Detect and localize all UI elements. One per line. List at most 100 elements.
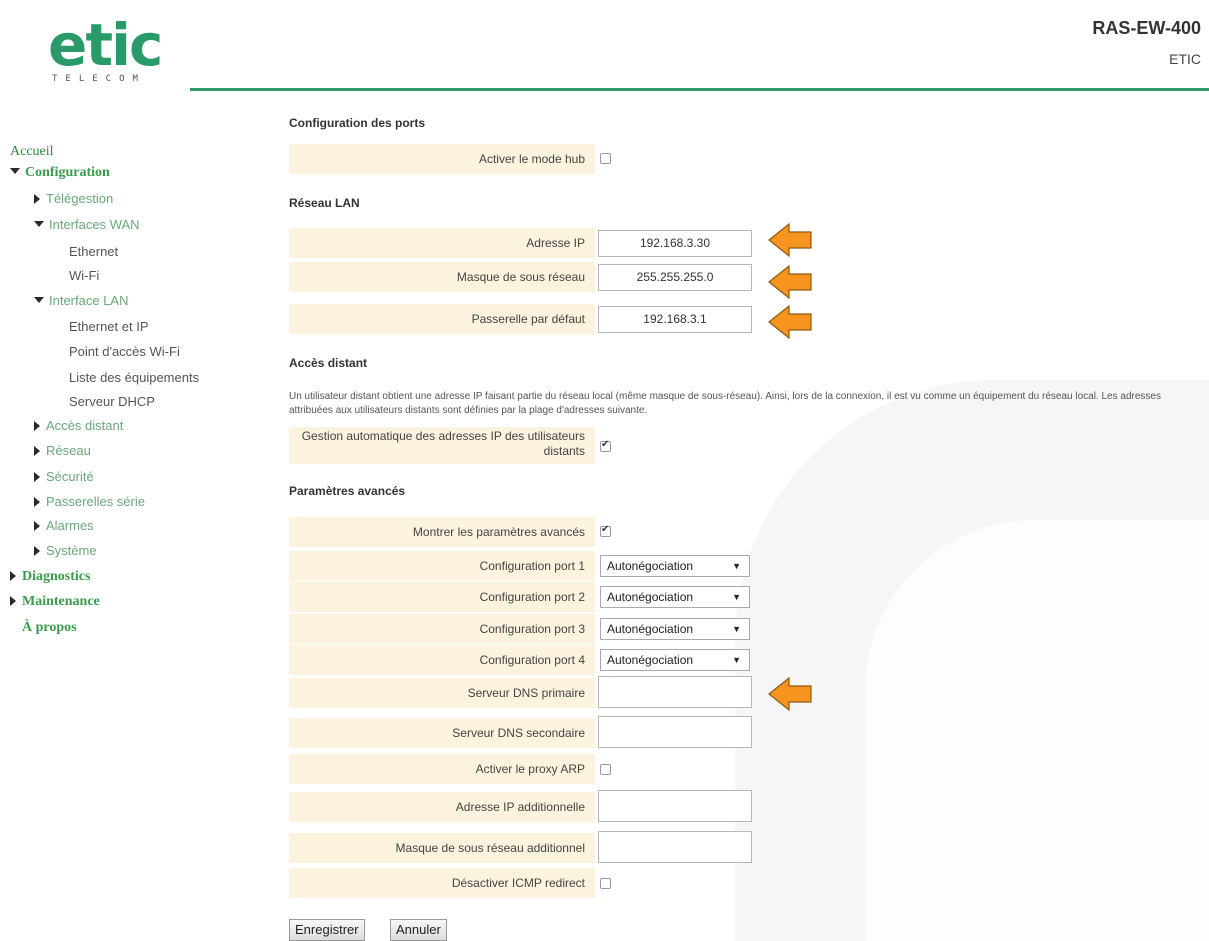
nav-reseau-label: Réseau: [46, 443, 91, 458]
icmp-redirect-checkbox[interactable]: [600, 878, 611, 889]
nav-liste-equipements[interactable]: Liste des équipements: [69, 370, 199, 386]
proxy-arp-label: Activer le proxy ARP: [289, 754, 595, 784]
callout-arrow-icon: [768, 222, 812, 258]
nav-passerelles-serie[interactable]: Passerelles série: [34, 494, 145, 510]
nav-telegestion-label: Télégestion: [46, 191, 114, 206]
nav-telegestion[interactable]: Télégestion: [34, 191, 113, 207]
section-title-remote: Accès distant: [289, 356, 368, 370]
section-title-lan: Réseau LAN: [289, 196, 360, 210]
expanded-arrow-icon: [34, 297, 44, 303]
expanded-arrow-icon: [34, 221, 44, 227]
collapsed-arrow-icon: [10, 596, 16, 606]
remote-description: Un utilisateur distant obtient une adres…: [289, 391, 1161, 416]
additional-mask-label: Masque de sous réseau additionnel: [289, 833, 595, 863]
callout-arrow-icon: [768, 264, 812, 300]
cancel-button[interactable]: Annuler: [390, 919, 447, 941]
section-title-ports: Configuration des ports: [289, 116, 425, 130]
auto-ip-checkbox[interactable]: [600, 439, 611, 452]
logo-text: etic: [48, 11, 163, 79]
additional-ip-label: Adresse IP additionnelle: [289, 792, 595, 822]
gateway-input[interactable]: 192.168.3.1: [598, 306, 752, 333]
nav-systeme[interactable]: Système: [34, 543, 97, 559]
nav-diagnostics-label: Diagnostics: [22, 569, 91, 584]
ip-address-input[interactable]: 192.168.3.30: [598, 230, 752, 257]
expanded-arrow-icon: [10, 168, 20, 174]
nav-wifi[interactable]: Wi-Fi: [69, 268, 99, 284]
nav-configuration-label: Configuration: [25, 165, 110, 180]
nav-interface-lan-label: Interface LAN: [49, 293, 129, 308]
section-title-advanced: Paramètres avancés: [289, 484, 406, 498]
subnet-mask-input[interactable]: 255.255.255.0: [598, 264, 752, 291]
show-advanced-checkbox[interactable]: [600, 524, 611, 537]
collapsed-arrow-icon: [34, 194, 40, 204]
dns-primary-label: Serveur DNS primaire: [289, 678, 595, 708]
collapsed-arrow-icon: [34, 546, 40, 556]
dropdown-caret-icon: ▼: [732, 624, 741, 634]
port4-label: Configuration port 4: [289, 645, 595, 675]
additional-ip-input[interactable]: [598, 790, 752, 822]
port3-label: Configuration port 3: [289, 614, 595, 644]
logo-subtitle: TELECOM: [52, 74, 146, 84]
nav-interface-lan[interactable]: Interface LAN: [34, 293, 129, 309]
ip-address-label: Adresse IP: [289, 228, 595, 258]
hub-mode-checkbox[interactable]: [600, 153, 611, 164]
icmp-redirect-label: Désactiver ICMP redirect: [289, 868, 595, 898]
nav-maintenance-label: Maintenance: [22, 594, 100, 609]
nav-acces-distant-label: Accès distant: [46, 418, 124, 433]
nav-acces-distant[interactable]: Accès distant: [34, 418, 123, 434]
port1-value: Autonégociation: [607, 559, 694, 573]
dropdown-caret-icon: ▼: [732, 592, 741, 602]
nav-interfaces-wan-label: Interfaces WAN: [49, 217, 140, 232]
dns-secondary-input[interactable]: [598, 716, 752, 748]
nav-reseau[interactable]: Réseau: [34, 443, 91, 459]
nav-securite-label: Sécurité: [46, 469, 94, 484]
port2-select[interactable]: Autonégociation ▼: [600, 586, 750, 608]
port2-value: Autonégociation: [607, 590, 694, 604]
collapsed-arrow-icon: [10, 571, 16, 581]
nav-ethernet-ip[interactable]: Ethernet et IP: [69, 319, 149, 335]
port3-value: Autonégociation: [607, 622, 694, 636]
nav-interfaces-wan[interactable]: Interfaces WAN: [34, 217, 140, 233]
hub-mode-label: Activer le mode hub: [289, 144, 595, 174]
proxy-arp-checkbox[interactable]: [600, 764, 611, 775]
port4-select[interactable]: Autonégociation ▼: [600, 649, 750, 671]
collapsed-arrow-icon: [34, 472, 40, 482]
etic-logo: etic TELECOM: [48, 11, 163, 84]
nav-configuration[interactable]: Configuration: [10, 165, 110, 181]
callout-arrow-icon: [768, 676, 812, 712]
nav-alarmes[interactable]: Alarmes: [34, 518, 94, 534]
port1-label: Configuration port 1: [289, 551, 595, 581]
gateway-label: Passerelle par défaut: [289, 304, 595, 334]
port2-label: Configuration port 2: [289, 582, 595, 612]
port1-select[interactable]: Autonégociation ▼: [600, 555, 750, 577]
product-vendor: ETIC: [1169, 51, 1201, 67]
nav-accueil[interactable]: Accueil: [10, 144, 54, 160]
nav-passerelles-label: Passerelles série: [46, 494, 145, 509]
save-button[interactable]: Enregistrer: [289, 919, 365, 941]
nav-serveur-dhcp[interactable]: Serveur DHCP: [69, 394, 155, 410]
nav-ethernet[interactable]: Ethernet: [69, 244, 118, 260]
auto-ip-label: Gestion automatique des adresses IP des …: [289, 427, 595, 464]
dns-primary-input[interactable]: [598, 676, 752, 708]
header-divider: [190, 88, 1209, 91]
port4-value: Autonégociation: [607, 653, 694, 667]
subnet-mask-label: Masque de sous réseau: [289, 262, 595, 292]
additional-mask-input[interactable]: [598, 831, 752, 863]
nav-securite[interactable]: Sécurité: [34, 469, 94, 485]
nav-maintenance[interactable]: Maintenance: [10, 594, 100, 610]
nav-point-acces[interactable]: Point d'accès Wi-Fi: [69, 344, 180, 360]
nav-a-propos[interactable]: À propos: [22, 620, 77, 636]
nav-diagnostics[interactable]: Diagnostics: [10, 569, 90, 585]
product-title: RAS-EW-400: [1092, 18, 1201, 38]
background-watermark-inner: [865, 520, 1209, 941]
callout-arrow-icon: [768, 304, 812, 340]
dropdown-caret-icon: ▼: [732, 655, 741, 665]
collapsed-arrow-icon: [34, 497, 40, 507]
nav-alarmes-label: Alarmes: [46, 518, 94, 533]
dropdown-caret-icon: ▼: [732, 561, 741, 571]
product-info: RAS-EW-400 ETIC: [1092, 18, 1201, 67]
port3-select[interactable]: Autonégociation ▼: [600, 618, 750, 640]
collapsed-arrow-icon: [34, 421, 40, 431]
dns-secondary-label: Serveur DNS secondaire: [289, 718, 595, 748]
show-advanced-label: Montrer les paramètres avancés: [289, 517, 595, 547]
